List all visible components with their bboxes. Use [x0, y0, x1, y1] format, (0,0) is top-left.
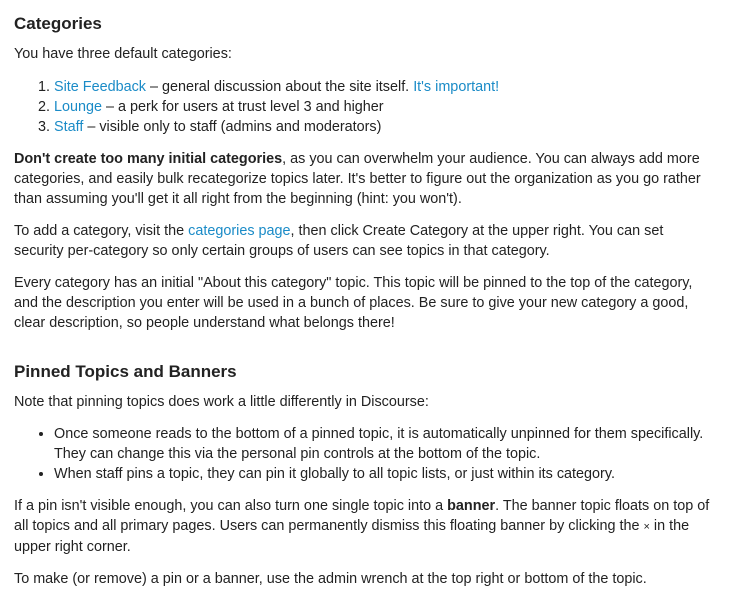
list-item-text: – general discussion about the site itse…	[146, 79, 414, 95]
bold-banner: banner	[447, 498, 496, 514]
default-categories-list: Site Feedback – general discussion about…	[14, 77, 714, 137]
list-item: Once someone reads to the bottom of a pi…	[54, 424, 714, 464]
categories-paragraph-1: Don't create too many initial categories…	[14, 151, 701, 207]
pinned-paragraph-2: To make (or remove) a pin or a banner, u…	[14, 571, 647, 587]
bold-warning: Don't create too many initial categories	[14, 151, 283, 167]
pinned-paragraph-1: If a pin isn't visible enough, you can a…	[14, 498, 710, 555]
content-body: Categories You have three default catego…	[0, 13, 714, 589]
pinned-heading: Pinned Topics and Banners	[14, 362, 237, 381]
list-item-text: – a perk for users at trust level 3 and …	[102, 99, 384, 115]
lounge-link[interactable]: Lounge	[54, 99, 102, 115]
categories-paragraph-3: Every category has an initial "About thi…	[14, 275, 693, 331]
pinning-bullets: Once someone reads to the bottom of a pi…	[14, 424, 714, 484]
pinned-intro: Note that pinning topics does work a lit…	[14, 394, 429, 410]
site-feedback-link[interactable]: Site Feedback	[54, 79, 146, 95]
list-item-text: – visible only to staff (admins and mode…	[83, 119, 382, 135]
staff-link[interactable]: Staff	[54, 119, 83, 135]
list-item: Lounge – a perk for users at trust level…	[54, 97, 714, 117]
categories-heading: Categories	[14, 14, 102, 33]
categories-paragraph-2: To add a category, visit the categories …	[14, 223, 664, 259]
categories-intro: You have three default categories:	[14, 46, 232, 62]
list-item: When staff pins a topic, they can pin it…	[54, 464, 714, 484]
list-item: Staff – visible only to staff (admins an…	[54, 117, 714, 137]
its-important-link[interactable]: It's important!	[413, 79, 499, 95]
categories-page-link[interactable]: categories page	[188, 223, 290, 239]
list-item: Site Feedback – general discussion about…	[54, 77, 714, 97]
